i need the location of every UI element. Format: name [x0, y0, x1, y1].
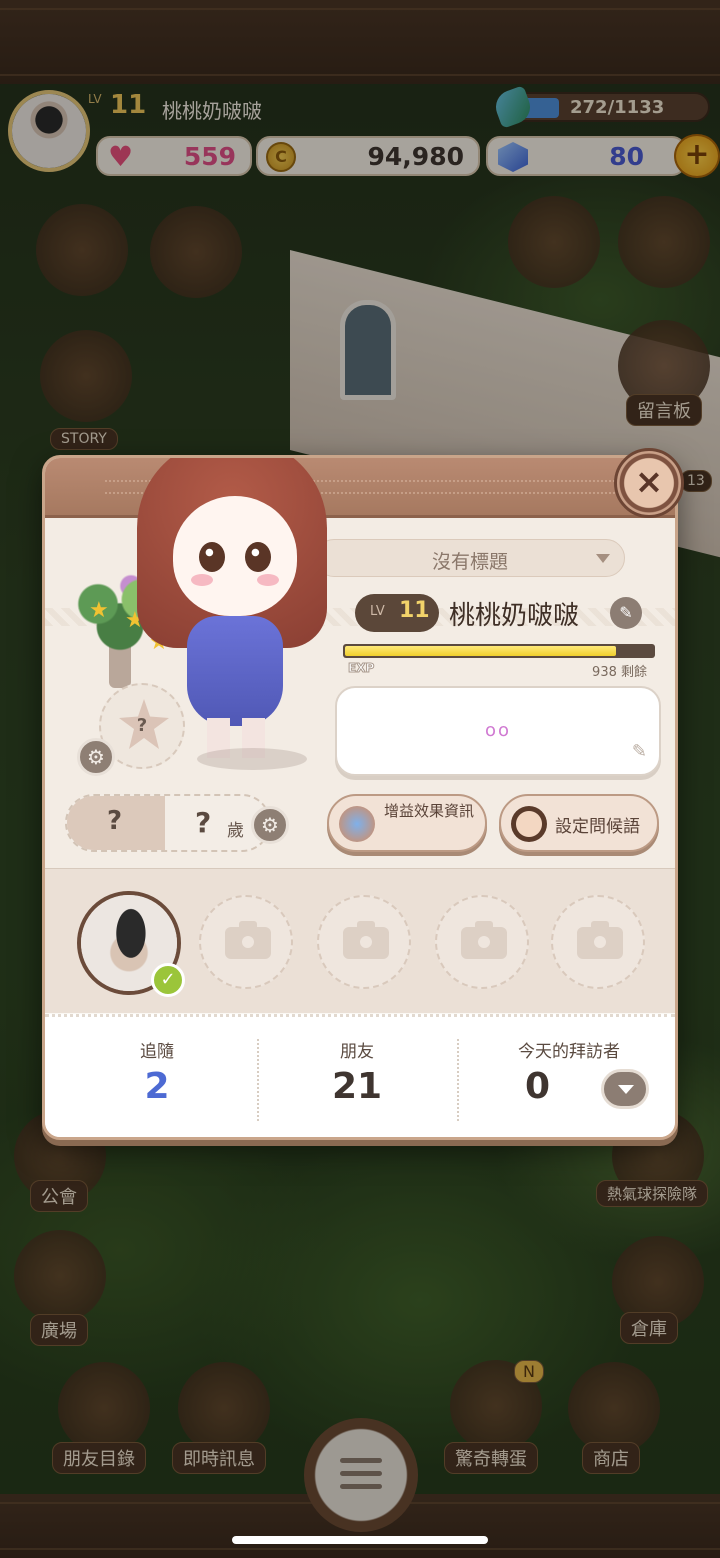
character-dress — [187, 616, 283, 726]
divider — [457, 1039, 459, 1121]
profile-modal: 沒有標題 ★ ★ ★ ★ ? ⚙ LV 11 桃桃奶啵啵 ✎ EXP 938 剩… — [42, 455, 678, 1140]
player-character — [137, 458, 327, 770]
set-greeting-button[interactable]: 設定問候語 — [499, 794, 659, 852]
buff-info-button[interactable]: 增益效果資訊 — [327, 794, 487, 852]
title-dropdown-label: 沒有標題 — [431, 551, 508, 573]
visitors-label: 今天的拜訪者 — [518, 1042, 620, 1062]
greeting-face-icon — [511, 806, 547, 842]
buff-icon — [339, 806, 375, 842]
character-blush — [257, 574, 279, 586]
buff-info-label: 增益效果資訊 — [383, 802, 474, 820]
star-icon: ★ — [89, 598, 109, 623]
profile-exp-bar — [343, 644, 655, 658]
age-settings-gear-icon[interactable]: ⚙ — [251, 806, 289, 844]
camera-lens — [591, 933, 609, 951]
age-avatar-question: ? — [107, 806, 123, 836]
following-label: 追隨 — [140, 1042, 174, 1062]
profile-level-badge: LV 11 — [355, 594, 439, 632]
edit-greeting-pencil-icon[interactable]: ✎ — [632, 741, 647, 762]
friends-value: 21 — [331, 1066, 383, 1107]
stats-panel: 追隨 2 朋友 21 今天的拜訪者 0 — [45, 1014, 675, 1137]
greeting-text: oo — [484, 720, 512, 741]
profile-exp-fill — [345, 646, 617, 656]
set-greeting-label: 設定問候語 — [555, 817, 640, 837]
age-selector[interactable]: ? ? 歲 — [65, 794, 271, 852]
following-stat[interactable]: 追隨 2 — [105, 1037, 209, 1107]
character-face — [173, 496, 297, 616]
add-photo-slot[interactable] — [551, 895, 645, 989]
visitors-expand-chevron-down-icon[interactable] — [601, 1069, 649, 1109]
add-photo-slot[interactable] — [317, 895, 411, 989]
character-blush — [191, 574, 213, 586]
profile-name: 桃桃奶啵啵 — [449, 601, 580, 631]
photo-album-row: ✓ — [45, 868, 675, 1013]
camera-lens — [239, 933, 257, 951]
camera-lens — [357, 933, 375, 951]
age-value: ? — [195, 806, 212, 839]
exp-label: EXP — [347, 661, 375, 676]
camera-lens — [475, 933, 493, 951]
friends-stat[interactable]: 朋友 21 — [307, 1037, 407, 1107]
close-modal-button[interactable]: × — [614, 448, 684, 518]
add-photo-slot[interactable] — [199, 895, 293, 989]
profile-level: 11 — [399, 598, 430, 623]
add-photo-slot[interactable] — [435, 895, 529, 989]
profile-level-prefix: LV — [370, 604, 385, 619]
exp-remaining: 938 剩餘 — [592, 665, 647, 680]
character-shadow — [197, 748, 307, 770]
friends-label: 朋友 — [340, 1042, 374, 1062]
caret-down-icon — [596, 554, 610, 563]
greeting-bubble[interactable]: oo ✎ — [335, 686, 661, 776]
character-eye — [199, 542, 225, 572]
tree-settings-gear-icon[interactable]: ⚙ — [77, 738, 115, 776]
couple-avatar-icon: ? — [67, 796, 165, 850]
home-indicator[interactable] — [232, 1536, 488, 1544]
character-eye — [245, 542, 271, 572]
following-value: 2 — [144, 1066, 170, 1107]
age-unit: 歲 — [227, 821, 244, 841]
edit-name-pencil-icon[interactable]: ✎ — [610, 597, 642, 629]
title-dropdown[interactable]: 沒有標題 — [315, 539, 625, 577]
checkmark-icon: ✓ — [151, 963, 185, 997]
divider — [257, 1039, 259, 1121]
